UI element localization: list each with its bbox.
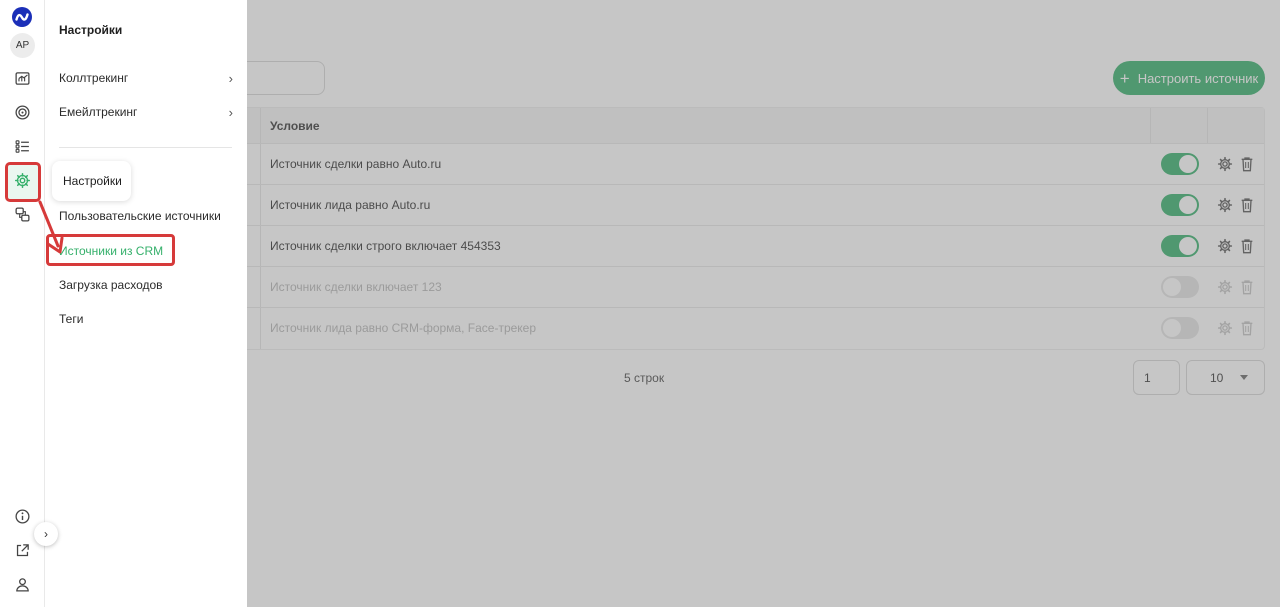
menu-item-label: Емейлтрекинг xyxy=(59,105,138,119)
menu-divider xyxy=(59,147,232,148)
logo-wave-icon xyxy=(15,13,29,21)
external-link-icon[interactable] xyxy=(14,542,31,559)
menu-item-tags[interactable]: Теги xyxy=(59,312,235,326)
menu-item-expense-upload[interactable]: Загрузка расходов xyxy=(59,278,235,292)
menu-item-label: Загрузка расходов xyxy=(59,278,163,292)
settings-menu: Настройки Коллтрекинг › Емейлтрекинг › П… xyxy=(45,0,247,607)
analytics-icon[interactable] xyxy=(14,70,31,87)
menu-item-custom-sources[interactable]: Пользовательские источники xyxy=(59,209,235,223)
icon-rail: АР xyxy=(0,0,45,607)
chevron-right-icon: › xyxy=(228,105,233,120)
chevron-right-icon: › xyxy=(228,71,233,86)
annotation-arrow-icon xyxy=(38,200,64,254)
avatar[interactable]: АР xyxy=(10,33,35,58)
user-icon[interactable] xyxy=(14,576,31,593)
menu-item-label: Теги xyxy=(59,312,84,326)
list-icon[interactable] xyxy=(14,138,31,155)
settings-tooltip: Настройки xyxy=(52,161,131,201)
menu-item-label: Коллтрекинг xyxy=(59,71,129,85)
logo[interactable] xyxy=(12,7,32,27)
settings-menu-title: Настройки xyxy=(59,23,123,37)
menu-item-calltracking[interactable]: Коллтрекинг › xyxy=(59,71,235,86)
menu-item-emailtracking[interactable]: Емейлтрекинг › xyxy=(59,105,235,120)
target-icon[interactable] xyxy=(14,104,31,121)
integrations-icon[interactable] xyxy=(14,206,31,223)
gear-icon[interactable] xyxy=(14,172,31,189)
info-icon[interactable] xyxy=(14,508,31,525)
chevron-right-icon: › xyxy=(44,527,48,541)
menu-item-label: Пользовательские источники xyxy=(59,209,221,223)
expand-sidebar-button[interactable]: › xyxy=(34,522,58,546)
